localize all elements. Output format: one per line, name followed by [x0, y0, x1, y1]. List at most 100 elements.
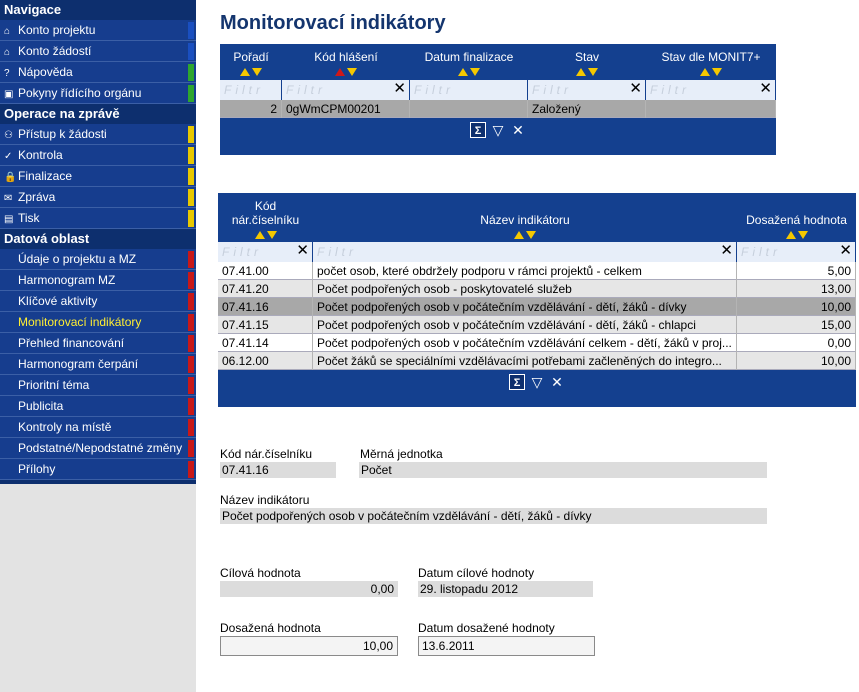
clear-filter-icon[interactable]: ✕: [629, 81, 642, 97]
clear-filter-icon[interactable]: ✕: [759, 81, 772, 97]
datum-dosazene-hodnoty-field[interactable]: 13.6.2011: [418, 636, 595, 656]
sidebar-item-label: Konto projektu: [18, 23, 96, 37]
filter-field-kod[interactable]: Filtr ✕: [282, 80, 410, 100]
sort-asc-icon[interactable]: [785, 230, 796, 239]
cell-kod: 0gWmCPM00201: [282, 100, 410, 118]
sort-asc-icon[interactable]: [514, 230, 524, 239]
sidebar-end-divider: [0, 480, 196, 484]
table-row[interactable]: 07.41.16 Počet podpořených osob v počáteč…: [218, 298, 856, 316]
sort-desc-icon[interactable]: [588, 67, 598, 76]
table-row[interactable]: 06.12.00 Počet žáků se speciálními vzdělá…: [218, 352, 856, 370]
filter-row: Filtr ✕ Filtr ✕ Filtr ✕: [218, 242, 856, 262]
column-header-datum[interactable]: Datum finalizace: [410, 44, 528, 78]
sidebar-item[interactable]: ✉ Zpráva: [0, 187, 196, 208]
clear-filter-icon[interactable]: ✕: [720, 243, 733, 259]
sort-asc-icon[interactable]: [458, 67, 468, 76]
table-row[interactable]: 07.41.20 Počet podpořených osob - poskyto…: [218, 280, 856, 298]
filter-field-nazev[interactable]: Filtr ✕: [313, 242, 737, 262]
sidebar-item[interactable]: Přílohy: [0, 459, 196, 480]
table-row[interactable]: 2 0gWmCPM00201 Založený: [220, 100, 776, 118]
sort-desc-icon[interactable]: [266, 230, 277, 239]
clear-all-filters-icon[interactable]: ✕: [510, 122, 526, 138]
filter-icon[interactable]: ▽: [490, 122, 506, 138]
sidebar-item[interactable]: ⌂ Konto žádostí: [0, 41, 196, 62]
status-color-bar: [188, 22, 194, 39]
menu-item-icon: ⌂: [4, 47, 11, 58]
filter-field-poradi[interactable]: Filtr: [220, 80, 282, 100]
sidebar-item[interactable]: ▣ Pokyny řídícího orgánu: [0, 83, 196, 104]
sort-desc-icon[interactable]: [712, 67, 722, 76]
sidebar-item[interactable]: Harmonogram čerpání: [0, 354, 196, 375]
clear-all-filters-icon[interactable]: ✕: [549, 374, 565, 390]
sidebar-item[interactable]: Podstatné/Nepodstatné změny: [0, 438, 196, 459]
sidebar-item[interactable]: Přehled financování: [0, 333, 196, 354]
clear-filter-icon[interactable]: ✕: [296, 243, 309, 259]
sidebar-section-heading: Operace na zprávě: [0, 104, 196, 124]
column-header-nazev[interactable]: Název indikátoru: [313, 193, 737, 241]
sidebar-item-label: Podstatné/Nepodstatné změny: [18, 441, 183, 455]
sidebar-item-label: Údaje o projektu a MZ: [18, 252, 137, 266]
column-header-kod-ciselniku[interactable]: Kód nár.číselníku: [218, 193, 313, 241]
table-row[interactable]: 07.41.14 Počet podpořených osob v počáteč…: [218, 334, 856, 352]
sort-desc-icon[interactable]: [797, 230, 808, 239]
filter-field-stav[interactable]: Filtr ✕: [528, 80, 646, 100]
indicators-grid: Kód nár.číselníku Název indikátoru Dosaž…: [218, 193, 856, 407]
sidebar-item[interactable]: Klíčové aktivity: [0, 291, 196, 312]
table-row[interactable]: 07.41.00 počet osob, které obdržely podpo…: [218, 262, 856, 280]
clear-filter-icon[interactable]: ✕: [839, 243, 852, 259]
sidebar-item[interactable]: Prioritní téma: [0, 375, 196, 396]
sidebar-item[interactable]: ⚇ Přístup k žádosti: [0, 124, 196, 145]
table-row[interactable]: 07.41.15 Počet podpořených osob v počáteč…: [218, 316, 856, 334]
cell-hodnota: 13,00: [737, 280, 856, 298]
sidebar-item[interactable]: Publicita: [0, 396, 196, 417]
sort-desc-icon[interactable]: [470, 67, 480, 76]
sort-desc-icon[interactable]: [526, 230, 536, 239]
indicator-rows: 07.41.00 počet osob, které obdržely podpo…: [218, 262, 856, 372]
sidebar-item[interactable]: Údaje o projektu a MZ: [0, 249, 196, 270]
sum-icon[interactable]: Σ: [470, 122, 486, 138]
column-header-stav[interactable]: Stav: [528, 44, 646, 78]
cilova-hodnota-label: Cílová hodnota: [220, 566, 301, 580]
column-header-label: Název indikátoru: [480, 213, 570, 227]
menu-item-icon: ▤: [4, 214, 14, 225]
sort-desc-icon[interactable]: [347, 67, 357, 76]
status-color-bar: [188, 419, 194, 436]
column-header-poradi[interactable]: Pořadí: [220, 44, 282, 78]
column-header-hodnota[interactable]: Dosažená hodnota: [737, 193, 856, 241]
column-header-kod[interactable]: Kód hlášení: [282, 44, 410, 78]
column-header-label: Datum finalizace: [424, 50, 514, 64]
clear-filter-icon[interactable]: ✕: [393, 81, 406, 97]
menu-item-icon: ?: [4, 68, 10, 79]
menu-item-icon: ⌂: [4, 26, 11, 37]
sort-asc-icon[interactable]: [240, 67, 250, 76]
cell-nazev: Počet podpořených osob - poskytovatelé s…: [313, 280, 737, 298]
status-color-bar: [188, 356, 194, 373]
sidebar-item[interactable]: Kontroly na místě: [0, 417, 196, 438]
sort-asc-icon[interactable]: [335, 67, 345, 76]
sidebar-item[interactable]: ✓ Kontrola: [0, 145, 196, 166]
sidebar-item[interactable]: ▤ Tisk: [0, 208, 196, 229]
sum-icon[interactable]: Σ: [509, 374, 525, 390]
filter-field-hodnota[interactable]: Filtr ✕: [737, 242, 856, 262]
filter-field-stav-monit[interactable]: Filtr ✕: [646, 80, 776, 100]
sort-desc-icon[interactable]: [252, 67, 262, 76]
sidebar-item[interactable]: Harmonogram MZ: [0, 270, 196, 291]
sort-asc-icon[interactable]: [254, 230, 265, 239]
sort-asc-icon[interactable]: [576, 67, 586, 76]
status-color-bar: [188, 398, 194, 415]
filter-icon[interactable]: ▽: [529, 374, 545, 390]
sidebar-item[interactable]: 🔒 Finalizace: [0, 166, 196, 187]
sidebar-item[interactable]: ⌂ Konto projektu: [0, 20, 196, 41]
column-header-stav-monit[interactable]: Stav dle MONIT7+: [646, 44, 776, 78]
menu-item-icon: ✉: [4, 193, 13, 204]
sidebar-item[interactable]: Monitorovací indikátory: [0, 312, 196, 333]
dosazena-hodnota-field[interactable]: 10,00: [220, 636, 398, 656]
filter-field-datum[interactable]: Filtr: [410, 80, 528, 100]
cell-nazev: Počet podpořených osob v počátečním vzdě…: [313, 298, 737, 316]
filter-field-kod-ciselniku[interactable]: Filtr ✕: [218, 242, 313, 262]
cell-kod: 07.41.15: [218, 316, 313, 334]
status-color-bar: [188, 168, 194, 185]
sidebar-item[interactable]: ? Nápověda: [0, 62, 196, 83]
status-color-bar: [188, 147, 194, 164]
sort-asc-icon[interactable]: [700, 67, 710, 76]
